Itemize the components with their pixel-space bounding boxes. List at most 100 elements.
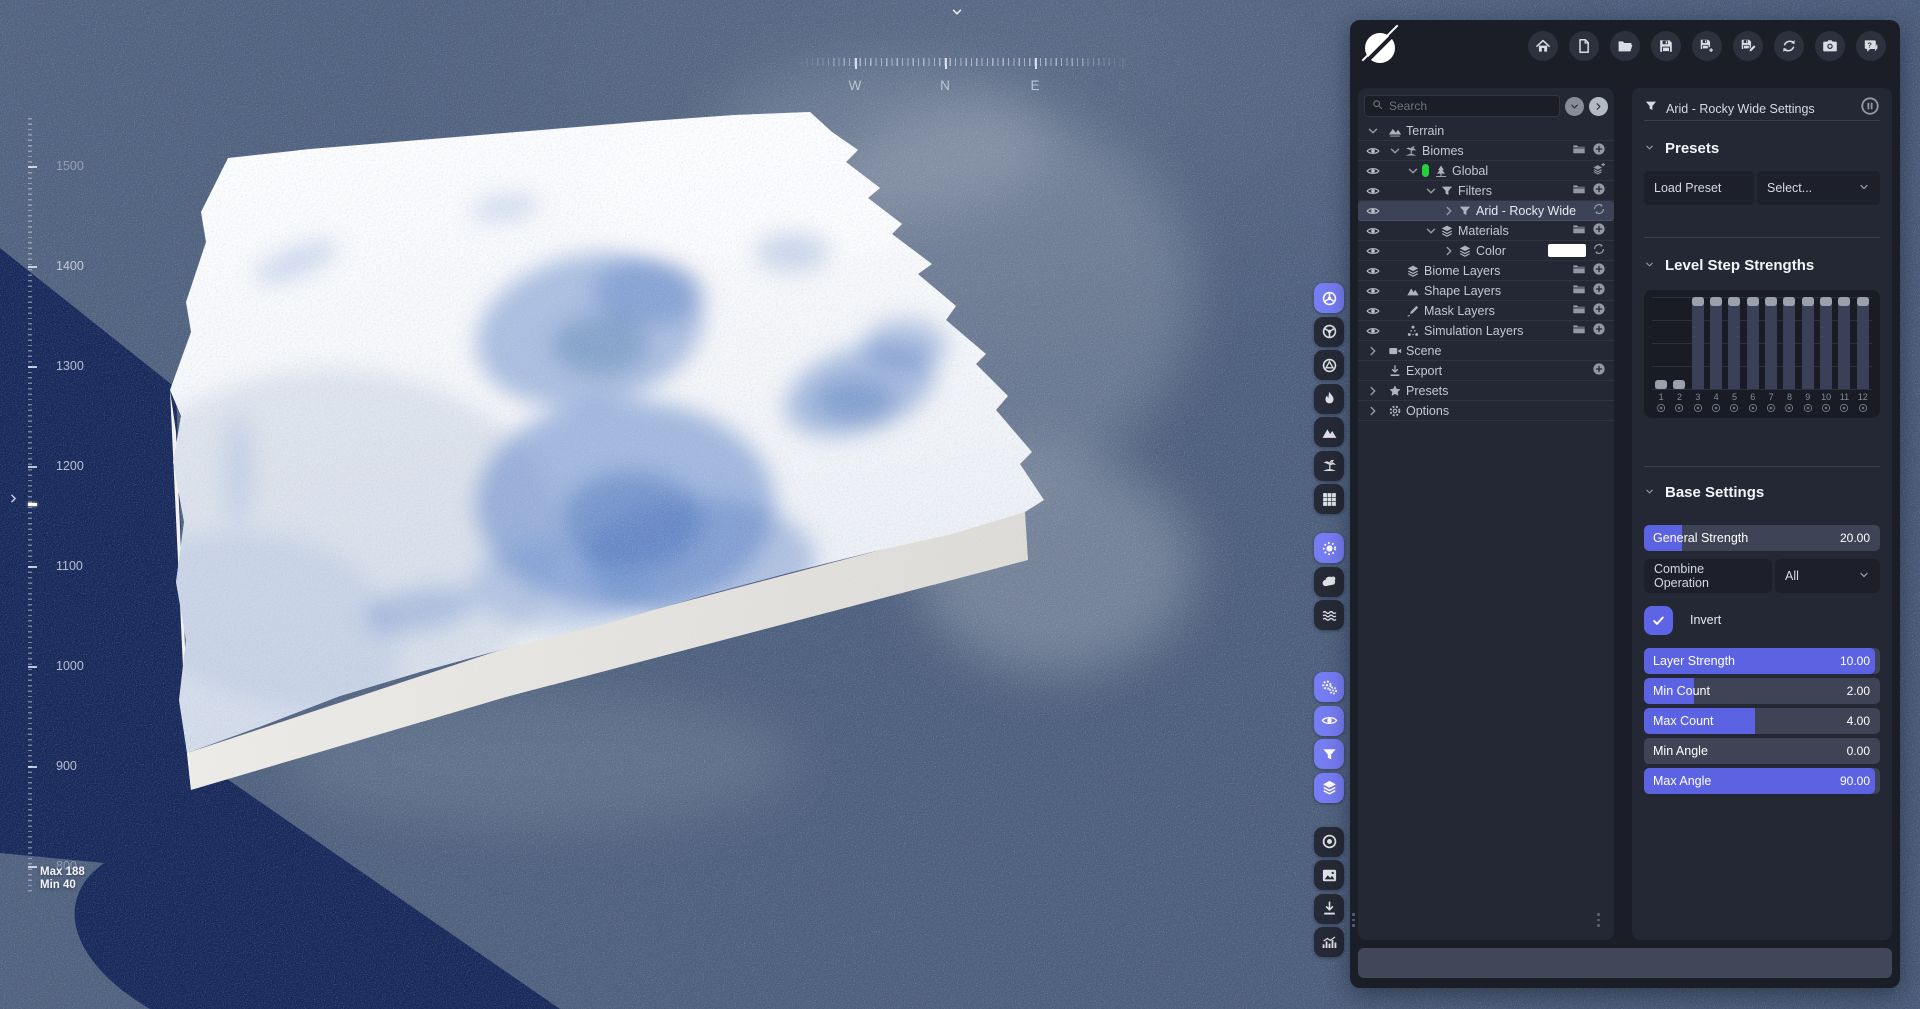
erosion-tool-button[interactable] [1314, 383, 1344, 414]
sky-toggle-button[interactable] [1314, 566, 1344, 597]
level-step-eye-icon[interactable] [1799, 403, 1817, 413]
level-step-eye-icon[interactable] [1817, 403, 1835, 413]
load-preset-dropdown[interactable]: Select... [1757, 171, 1880, 205]
grid-toggle-button[interactable] [1314, 484, 1344, 514]
tree-row-biome-layers[interactable]: Biome Layers [1358, 261, 1614, 281]
lighting-toggle-button[interactable] [1314, 533, 1344, 563]
save-as-button[interactable] [1692, 31, 1722, 61]
min-count-slider[interactable]: Min Count 2.00 [1644, 678, 1880, 704]
section-base-settings[interactable]: Base Settings [1644, 481, 1880, 503]
level-step-eye-icon[interactable] [1707, 403, 1725, 413]
level-step-slider-4[interactable] [1707, 297, 1725, 389]
search-input[interactable] [1389, 99, 1552, 113]
water-toggle-button[interactable] [1314, 600, 1344, 630]
level-step-slider-7[interactable] [1762, 297, 1780, 389]
visibility-eye-icon[interactable] [1366, 204, 1388, 218]
level-step-slider-5[interactable] [1725, 297, 1743, 389]
tree-row-mask-layers[interactable]: Mask Layers [1358, 301, 1614, 321]
visibility-eye-icon[interactable] [1366, 224, 1388, 238]
visibility-button[interactable] [1314, 705, 1344, 736]
plus-icon[interactable] [1592, 262, 1606, 279]
folder-icon[interactable] [1572, 302, 1586, 319]
plus-icon[interactable] [1592, 322, 1606, 339]
level-step-eye-icon[interactable] [1854, 403, 1872, 413]
help-button[interactable]: ? [1856, 31, 1886, 61]
level-step-eye-icon[interactable] [1670, 403, 1688, 413]
folder-icon[interactable] [1572, 282, 1586, 299]
folder-icon[interactable] [1572, 182, 1586, 199]
tree-row-options[interactable]: Options [1358, 401, 1614, 421]
general-strength-slider[interactable]: General Strength 20.00 [1644, 525, 1880, 551]
max-angle-slider[interactable]: Max Angle 90.00 [1644, 768, 1880, 794]
tree-row-biomes[interactable]: Biomes [1358, 141, 1614, 161]
invert-checkbox[interactable] [1644, 605, 1673, 635]
export-button[interactable] [1314, 893, 1344, 924]
tree-row-arid-rocky-wide[interactable]: Arid - Rocky Wide [1358, 201, 1614, 221]
auto-update-button[interactable] [1314, 672, 1344, 702]
tree-row-presets[interactable]: Presets [1358, 381, 1614, 401]
tree-row-export[interactable]: Export [1358, 361, 1614, 381]
plus-icon[interactable] [1592, 182, 1606, 199]
folder-icon[interactable] [1572, 262, 1586, 279]
tree-row-materials[interactable]: Materials [1358, 221, 1614, 241]
level-step-eye-icon[interactable] [1725, 403, 1743, 413]
tree-row-scene[interactable]: Scene [1358, 341, 1614, 361]
save-incremental-button[interactable] [1733, 31, 1763, 61]
search-box[interactable] [1364, 95, 1560, 117]
step-forward-button[interactable] [1589, 96, 1608, 116]
home-button[interactable] [1528, 31, 1558, 61]
layers-toggle-button[interactable] [1314, 772, 1344, 803]
folder-icon[interactable] [1572, 142, 1586, 159]
visibility-eye-icon[interactable] [1366, 144, 1388, 158]
level-step-slider-8[interactable] [1780, 297, 1798, 389]
level-step-slider-3[interactable] [1689, 297, 1707, 389]
screenshot-button[interactable] [1815, 31, 1845, 61]
visibility-eye-icon[interactable] [1366, 264, 1388, 278]
compass-bar[interactable]: WNES [796, 56, 1130, 104]
new-file-button[interactable] [1569, 31, 1599, 61]
level-step-slider-10[interactable] [1817, 297, 1835, 389]
visibility-eye-icon[interactable] [1366, 244, 1388, 258]
tree-row-global[interactable]: Global [1358, 161, 1614, 181]
chevron-right-icon[interactable] [1366, 344, 1388, 358]
plus-icon[interactable] [1592, 222, 1606, 239]
layers-plus-icon[interactable] [1592, 162, 1606, 179]
pan-view-button[interactable] [1314, 316, 1344, 347]
level-step-eye-icon[interactable] [1744, 403, 1762, 413]
tree-row-color[interactable]: Color [1358, 241, 1614, 261]
section-level-steps[interactable]: Level Step Strengths [1644, 254, 1880, 276]
terrain-tool-button[interactable] [1314, 417, 1344, 447]
snapshot-button[interactable] [1314, 860, 1344, 890]
level-step-slider-11[interactable] [1835, 297, 1853, 389]
chevron-right-icon[interactable] [1442, 244, 1458, 258]
zoom-view-button[interactable] [1314, 350, 1344, 380]
level-step-eye-icon[interactable] [1780, 403, 1798, 413]
level-step-slider-6[interactable] [1744, 297, 1762, 389]
chevron-down-icon[interactable] [1406, 164, 1422, 178]
level-step-eye-icon[interactable] [1652, 403, 1670, 413]
chevron-down-icon[interactable] [1424, 224, 1440, 238]
stats-button[interactable] [1314, 927, 1344, 957]
tree-row-shape-layers[interactable]: Shape Layers [1358, 281, 1614, 301]
tree-row-simulation-layers[interactable]: Simulation Layers [1358, 321, 1614, 341]
chevron-right-icon[interactable] [1366, 404, 1388, 418]
left-panel-expand-icon[interactable] [7, 492, 20, 510]
save-button[interactable] [1651, 31, 1681, 61]
resize-grip[interactable] [1352, 913, 1355, 930]
color-swatch[interactable] [1548, 244, 1586, 257]
open-project-button[interactable] [1610, 31, 1640, 61]
refresh-icon[interactable] [1592, 202, 1606, 219]
min-angle-slider[interactable]: Min Angle 0.00 [1644, 738, 1880, 764]
visibility-eye-icon[interactable] [1366, 164, 1388, 178]
tree-row-terrain[interactable]: Terrain [1358, 121, 1614, 141]
orbit-view-button[interactable] [1314, 283, 1344, 313]
level-step-slider-12[interactable] [1854, 297, 1872, 389]
level-step-slider-2[interactable] [1670, 297, 1688, 389]
chevron-right-icon[interactable] [1442, 204, 1458, 218]
chevron-right-icon[interactable] [1366, 384, 1388, 398]
plus-icon[interactable] [1592, 142, 1606, 159]
layer-strength-slider[interactable]: Layer Strength 10.00 [1644, 648, 1880, 674]
filters-toggle-button[interactable] [1314, 739, 1344, 769]
visibility-eye-icon[interactable] [1366, 304, 1388, 318]
combine-operation-dropdown[interactable]: All [1775, 559, 1880, 593]
